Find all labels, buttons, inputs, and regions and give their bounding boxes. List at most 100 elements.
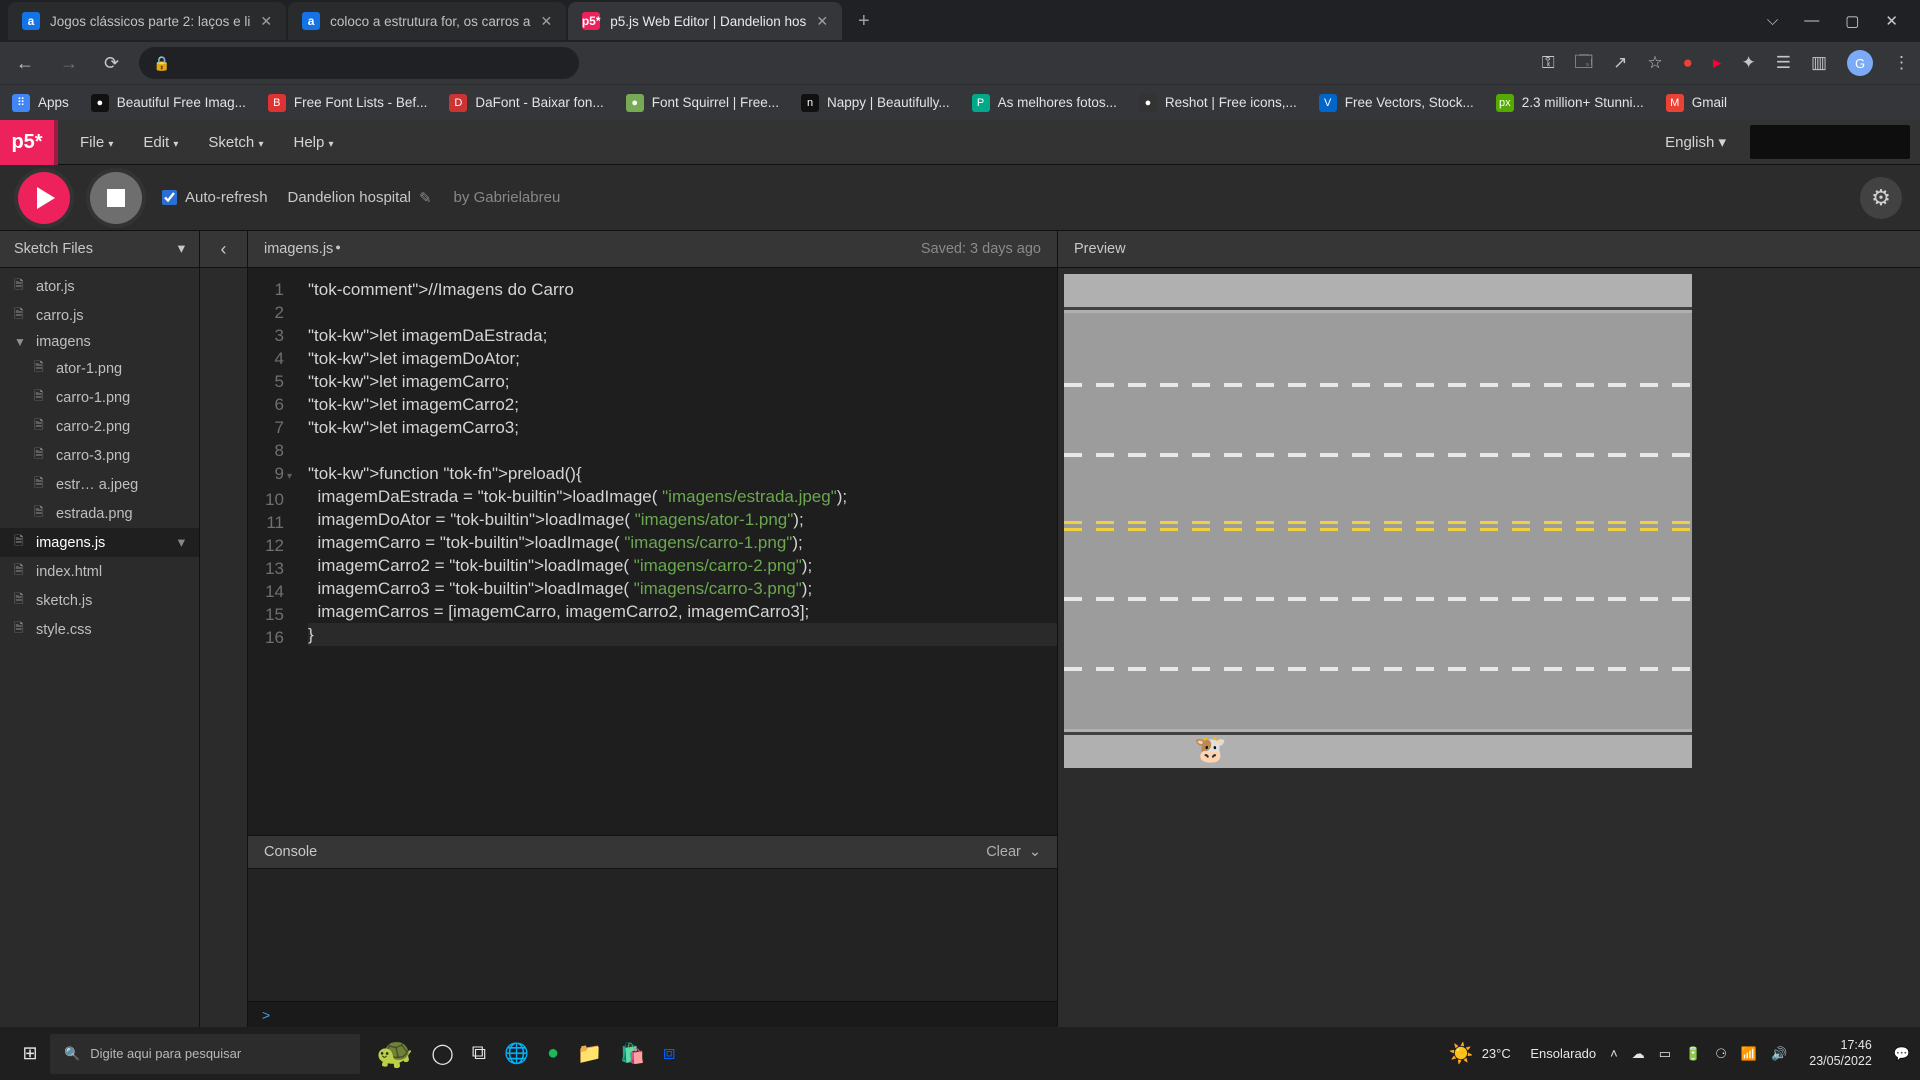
reading-list-icon[interactable]: ☰ bbox=[1776, 53, 1791, 73]
explorer-icon[interactable]: 📁 bbox=[577, 1041, 602, 1066]
close-icon[interactable]: ✕ bbox=[816, 13, 828, 30]
bookmark-icon: P bbox=[972, 94, 990, 112]
auto-refresh-toggle[interactable]: Auto-refresh bbox=[162, 189, 268, 206]
auto-refresh-checkbox[interactable] bbox=[162, 190, 177, 205]
file-icon: 🗎 bbox=[14, 276, 28, 297]
console-clear-button[interactable]: Clear ⌄ bbox=[986, 844, 1041, 860]
file-item[interactable]: 🗎carro-2.png bbox=[0, 412, 199, 441]
reload-icon[interactable]: ⟳ bbox=[98, 53, 125, 74]
bookmark-item[interactable]: px2.3 million+ Stunni... bbox=[1496, 94, 1644, 112]
bookmark-item[interactable]: ⠿Apps bbox=[12, 94, 69, 112]
bookmark-item[interactable]: MGmail bbox=[1666, 94, 1727, 112]
back-icon[interactable]: ← bbox=[10, 53, 40, 74]
network-icon[interactable]: ⚆ bbox=[1715, 1046, 1727, 1062]
browser-tab[interactable]: a Jogos clássicos parte 2: laços e li ✕ bbox=[8, 2, 286, 40]
file-item[interactable]: 🗎ator-1.png bbox=[0, 354, 199, 383]
youtube-icon[interactable]: ▸ bbox=[1713, 53, 1722, 73]
chevron-down-icon[interactable]: ▾ bbox=[178, 241, 185, 257]
close-icon[interactable]: ✕ bbox=[540, 13, 552, 30]
close-icon[interactable]: ✕ bbox=[260, 13, 272, 30]
profile-avatar[interactable]: G bbox=[1847, 50, 1873, 76]
p5-logo[interactable]: p5* bbox=[0, 120, 58, 165]
file-item[interactable]: 🗎carro-1.png bbox=[0, 383, 199, 412]
new-tab-button[interactable]: + bbox=[844, 10, 884, 33]
bookmark-item[interactable]: BFree Font Lists - Bef... bbox=[268, 94, 428, 112]
maximize-icon[interactable]: ▢ bbox=[1845, 12, 1859, 30]
browser-tab[interactable]: a coloco a estrutura for, os carros a ✕ bbox=[288, 2, 566, 40]
code-editor[interactable]: 123456789▾10111213141516 "tok-comment">/… bbox=[248, 268, 1057, 835]
file-item[interactable]: 🗎estrada.png bbox=[0, 499, 199, 528]
key-icon[interactable]: ⚿ bbox=[1542, 53, 1555, 73]
edit-name-icon[interactable]: ✎ bbox=[419, 189, 432, 207]
file-item[interactable]: 🗎carro-3.png bbox=[0, 441, 199, 470]
star-icon[interactable]: ☆ bbox=[1647, 53, 1662, 73]
sidebar-toggle[interactable]: ‹ bbox=[200, 231, 248, 1027]
bookmark-item[interactable]: ●Font Squirrel | Free... bbox=[626, 94, 779, 112]
chrome-icon[interactable]: 🌐 bbox=[504, 1041, 529, 1066]
spotify-icon[interactable]: ● bbox=[547, 1042, 559, 1065]
tab-dropdown-icon[interactable]: ⌵ bbox=[1767, 12, 1778, 30]
file-icon: 🗎 bbox=[34, 416, 48, 437]
chevron-left-icon[interactable]: ‹ bbox=[200, 231, 247, 268]
forward-icon[interactable]: → bbox=[54, 53, 84, 74]
sidebar-header[interactable]: Sketch Files ▾ bbox=[0, 231, 199, 268]
play-button[interactable] bbox=[18, 172, 70, 224]
browser-tab-active[interactable]: p5* p5.js Web Editor | Dandelion hos ✕ bbox=[568, 2, 842, 40]
close-window-icon[interactable]: ✕ bbox=[1885, 12, 1898, 30]
onedrive-icon[interactable]: ☁ bbox=[1632, 1046, 1645, 1062]
extension-icon[interactable]: ● bbox=[1683, 53, 1693, 73]
extensions-icon[interactable]: ✦ bbox=[1741, 53, 1755, 73]
file-item[interactable]: 🗎index.html bbox=[0, 557, 199, 586]
chevron-down-icon[interactable]: ⌄ bbox=[1029, 844, 1041, 860]
bookmark-item[interactable]: ●Beautiful Free Imag... bbox=[91, 94, 246, 112]
file-item[interactable]: 🗎carro.js bbox=[0, 301, 199, 330]
menu-edit[interactable]: Edit ▾ bbox=[131, 124, 190, 161]
weather-widget[interactable]: ☀️ 23°C Ensolarado bbox=[1449, 1041, 1596, 1066]
notifications-icon[interactable]: 💬 bbox=[1894, 1046, 1910, 1062]
bookmark-item[interactable]: PAs melhores fotos... bbox=[972, 94, 1117, 112]
translate-icon[interactable]: 🗔 bbox=[1575, 49, 1593, 78]
store-icon[interactable]: 🛍️ bbox=[620, 1041, 645, 1066]
dropbox-icon[interactable]: ⧈ bbox=[663, 1042, 676, 1065]
user-account[interactable] bbox=[1750, 125, 1910, 159]
bookmark-item[interactable]: VFree Vectors, Stock... bbox=[1319, 94, 1474, 112]
file-item[interactable]: 🗎ator.js bbox=[0, 272, 199, 301]
task-timeline-icon[interactable]: ⧉ bbox=[472, 1042, 486, 1065]
bookmarks-bar: ⠿Apps ●Beautiful Free Imag... BFree Font L… bbox=[0, 84, 1920, 120]
minimize-icon[interactable]: — bbox=[1804, 12, 1819, 30]
bookmark-item[interactable]: ●Reshot | Free icons,... bbox=[1139, 94, 1297, 112]
wifi-icon[interactable]: 📶 bbox=[1741, 1046, 1757, 1062]
taskbar-search[interactable]: 🔍 Digite aqui para pesquisar bbox=[50, 1034, 360, 1074]
console-input[interactable]: > bbox=[248, 1001, 1057, 1027]
file-item[interactable]: 🗎style.css bbox=[0, 615, 199, 644]
settings-button[interactable]: ⚙ bbox=[1860, 177, 1902, 219]
open-file-name: imagens.js bbox=[264, 241, 341, 257]
start-button[interactable]: ⊞ bbox=[10, 1043, 50, 1064]
author-link[interactable]: Gabrielabreu bbox=[474, 189, 561, 206]
bookmark-item[interactable]: nNappy | Beautifully... bbox=[801, 94, 950, 112]
menu-icon[interactable]: ⋮ bbox=[1893, 53, 1910, 73]
menu-sketch[interactable]: Sketch ▾ bbox=[196, 124, 275, 161]
actor-sprite: 🐮 bbox=[1194, 734, 1226, 765]
file-item[interactable]: 🗎estr… a.jpeg bbox=[0, 470, 199, 499]
tray-chevron-icon[interactable]: ˄ bbox=[1610, 1046, 1618, 1061]
bookmark-item[interactable]: DDaFont - Baixar fon... bbox=[449, 94, 603, 112]
task-view-icon[interactable]: ◯ bbox=[431, 1041, 453, 1066]
file-item[interactable]: 🗎sketch.js bbox=[0, 586, 199, 615]
url-input[interactable]: 🔒 bbox=[139, 47, 579, 79]
menu-file[interactable]: File ▾ bbox=[68, 124, 125, 161]
meet-icon[interactable]: ▭ bbox=[1659, 1046, 1671, 1062]
chevron-down-icon[interactable]: ▾ bbox=[178, 535, 185, 551]
battery-icon[interactable]: 🔋 bbox=[1685, 1046, 1701, 1062]
bookmark-icon: ⠿ bbox=[12, 94, 30, 112]
file-item[interactable]: 🗎imagens.js▾ bbox=[0, 528, 199, 557]
sidepanel-icon[interactable]: ▥ bbox=[1811, 53, 1827, 73]
folder-item[interactable]: ▼imagens bbox=[0, 330, 199, 354]
volume-icon[interactable]: 🔊 bbox=[1771, 1046, 1787, 1062]
console-header[interactable]: Console Clear ⌄ bbox=[248, 835, 1057, 869]
language-select[interactable]: English ▾ bbox=[1655, 127, 1736, 157]
share-icon[interactable]: ↗ bbox=[1613, 53, 1627, 73]
menu-help[interactable]: Help ▾ bbox=[281, 124, 345, 161]
stop-button[interactable] bbox=[90, 172, 142, 224]
taskbar-clock[interactable]: 17:46 23/05/2022 bbox=[1801, 1038, 1880, 1069]
